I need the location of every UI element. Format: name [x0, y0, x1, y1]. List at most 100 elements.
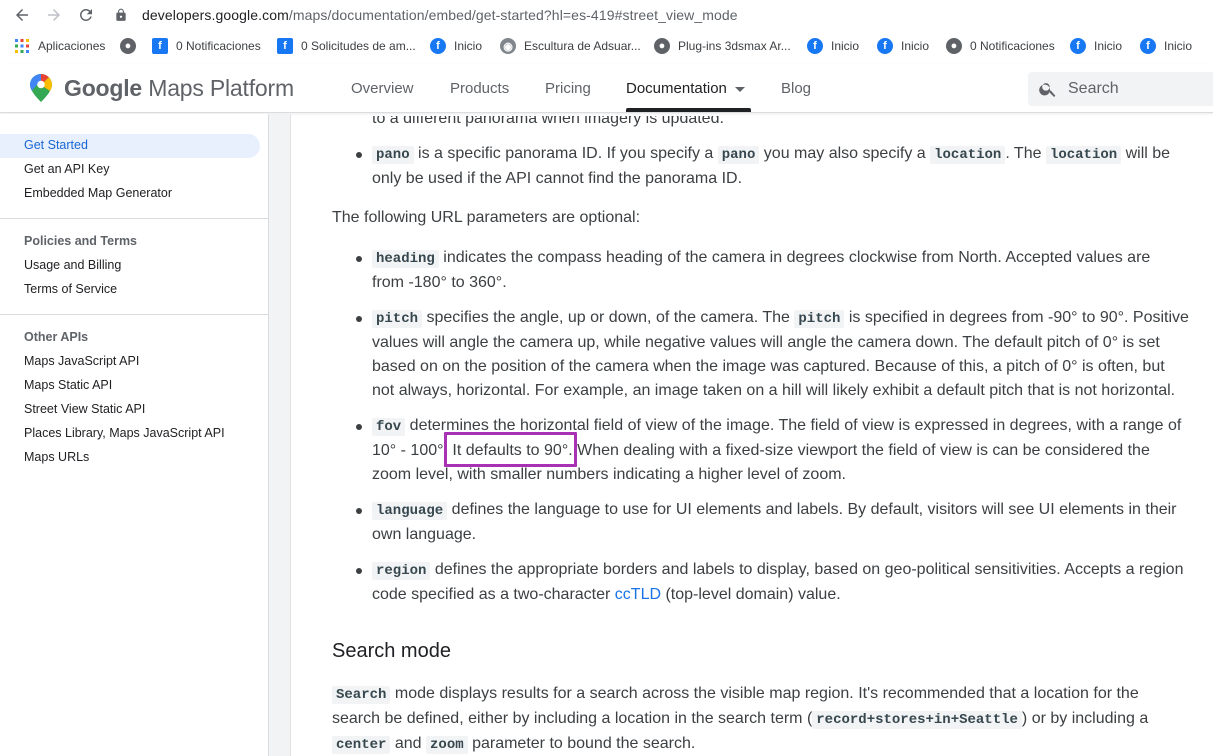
code-search-term: record+stores+in+Seattle [812, 711, 1022, 729]
sidebar-item-maps-urls[interactable]: Maps URLs [24, 450, 89, 464]
sidebar-heading-other-apis: Other APIs [24, 330, 89, 344]
text: only be used if the API cannot find the … [372, 170, 743, 187]
annotation-highlight-box [444, 432, 577, 467]
bookmark-inicio[interactable]: f Inicio [1070, 37, 1122, 55]
bookmark-notificaciones[interactable]: f 0 Notificaciones [152, 37, 261, 55]
bookmark-apps[interactable]: Aplicaciones [14, 37, 105, 55]
logo-text: Google Maps Platform [64, 74, 294, 101]
bookmark-inicio[interactable]: f Inicio [430, 37, 482, 55]
chevron-down-icon [734, 86, 745, 92]
sculpture-icon: ◉ [500, 38, 516, 54]
list-bullet [356, 316, 362, 322]
code-center: center [332, 736, 391, 754]
nav-overview[interactable]: Overview [351, 80, 414, 97]
code-location: location [930, 146, 1006, 164]
sidebar-item-maps-static-api[interactable]: Maps Static API [24, 378, 112, 392]
bookmarks-bar: Aplicaciones ● f 0 Notificaciones f 0 So… [0, 33, 1213, 59]
text: ) or by including a [1021, 710, 1149, 727]
sidebar-divider [0, 314, 269, 315]
text: search be defined, either by including a… [332, 710, 813, 727]
code-pano: pano [372, 146, 414, 164]
nav-products[interactable]: Products [450, 80, 509, 97]
bookmark-solicitudes[interactable]: f 0 Solicitudes de am... [277, 37, 416, 55]
sidebar-item-embedded-map-generator[interactable]: Embedded Map Generator [24, 186, 172, 200]
sidebar-item-street-view-static-api[interactable]: Street View Static API [24, 402, 145, 416]
address-bar[interactable]: developers.google.com/maps/documentation… [114, 5, 738, 25]
code-pitch: pitch [794, 310, 845, 328]
list-bullet [356, 152, 362, 158]
bookmark-notificaciones-2[interactable]: ● 0 Notificaciones [946, 37, 1055, 55]
code-fov: fov [372, 418, 406, 436]
browser-toolbar: developers.google.com/maps/documentation… [0, 0, 1213, 30]
param-region-text: region defines the appropriate borders a… [372, 558, 1192, 607]
text: values will angle the camera up, while n… [372, 334, 1160, 351]
facebook-icon: f [430, 38, 446, 54]
nav-blog[interactable]: Blog [781, 80, 811, 97]
cctld-link[interactable]: ccTLD [615, 586, 661, 603]
globe-icon: ● [946, 38, 962, 54]
gmp-logo[interactable]: Google Maps Platform [30, 74, 294, 102]
text: will be [1121, 145, 1171, 162]
maps-pin-icon [30, 74, 52, 102]
bookmark-label: Inicio [831, 39, 860, 53]
nav-documentation[interactable]: Documentation [626, 80, 745, 97]
bookmark-label: Inicio [454, 39, 483, 53]
text: is specified in degrees from -90° to 90°… [844, 309, 1189, 326]
sidebar-item-maps-js-api[interactable]: Maps JavaScript API [24, 354, 139, 368]
text: not always, horizontal. For example, an … [372, 382, 1176, 399]
param-pitch-text: pitch specifies the angle, up or down, o… [372, 306, 1192, 403]
sidebar-item-get-api-key[interactable]: Get an API Key [24, 162, 109, 176]
back-button[interactable] [10, 3, 34, 27]
code-heading: heading [372, 250, 439, 268]
text: defines the language to use for UI eleme… [447, 501, 1177, 518]
url-host: developers.google.com [142, 7, 289, 23]
bookmark-label: Escultura de Adsuar... [524, 39, 641, 53]
list-bullet [356, 424, 362, 430]
reload-button[interactable] [74, 3, 98, 27]
globe-icon: ● [654, 38, 670, 54]
bookmark-inicio[interactable]: f Inicio [1140, 37, 1192, 55]
code-pitch: pitch [372, 310, 423, 328]
text: defines the appropriate borders and labe… [430, 561, 1184, 578]
facebook-icon: f [1070, 38, 1086, 54]
sidebar-item-terms[interactable]: Terms of Service [24, 282, 117, 296]
arrow-right-icon [48, 9, 60, 21]
text: mode displays results for a search acros… [390, 685, 1139, 702]
bookmark-globe[interactable]: ● [120, 37, 144, 55]
site-search[interactable] [1028, 72, 1213, 106]
sidebar-heading-policies: Policies and Terms [24, 234, 138, 248]
sidebar-item-usage-billing[interactable]: Usage and Billing [24, 258, 121, 272]
reload-icon [79, 8, 92, 21]
code-search: Search [332, 686, 391, 704]
bookmark-label: Inicio [1164, 39, 1193, 53]
text: (top-level domain) value. [661, 586, 841, 603]
bookmark-escultura[interactable]: ◉ Escultura de Adsuar... [500, 37, 641, 55]
param-pano-text: pano is a specific panorama ID. If you s… [372, 142, 1192, 191]
search-icon [1039, 83, 1056, 97]
text: from -180° to 360°. [372, 274, 507, 291]
section-heading-search-mode: Search mode [332, 640, 451, 662]
text: indicates the compass heading of the cam… [438, 249, 1151, 266]
bookmark-plugins[interactable]: ● Plug-ins 3dsmax Ar... [654, 37, 791, 55]
text: is a specific panorama ID. If you specif… [413, 145, 718, 162]
text: specifies the angle, up or down, of the … [422, 309, 795, 326]
forward-button[interactable] [42, 3, 66, 27]
bookmark-inicio[interactable]: f Inicio [877, 37, 929, 55]
search-input[interactable] [1068, 80, 1208, 98]
bookmark-label: Inicio [1094, 39, 1123, 53]
sidebar-item-places-library[interactable]: Places Library, Maps JavaScript API [24, 426, 225, 440]
text: own language. [372, 526, 477, 543]
lock-icon [116, 8, 126, 21]
url-path: /maps/documentation/embed/get-started?hl… [288, 7, 738, 23]
sidebar-item-get-started[interactable]: Get Started [24, 138, 88, 152]
code-region: region [372, 562, 431, 580]
facebook-icon: f [152, 38, 168, 54]
text: code specified as a two-character [372, 586, 615, 603]
text: zoom level, with smaller numbers indicat… [372, 466, 846, 483]
text: When dealing with a fixed-size viewport … [572, 442, 1150, 459]
text: parameter to bound the search. [467, 735, 696, 752]
optional-params-intro: The following URL parameters are optiona… [332, 209, 641, 226]
nav-pricing[interactable]: Pricing [545, 80, 591, 97]
arrow-left-icon [16, 9, 28, 21]
bookmark-inicio[interactable]: f Inicio [807, 37, 859, 55]
